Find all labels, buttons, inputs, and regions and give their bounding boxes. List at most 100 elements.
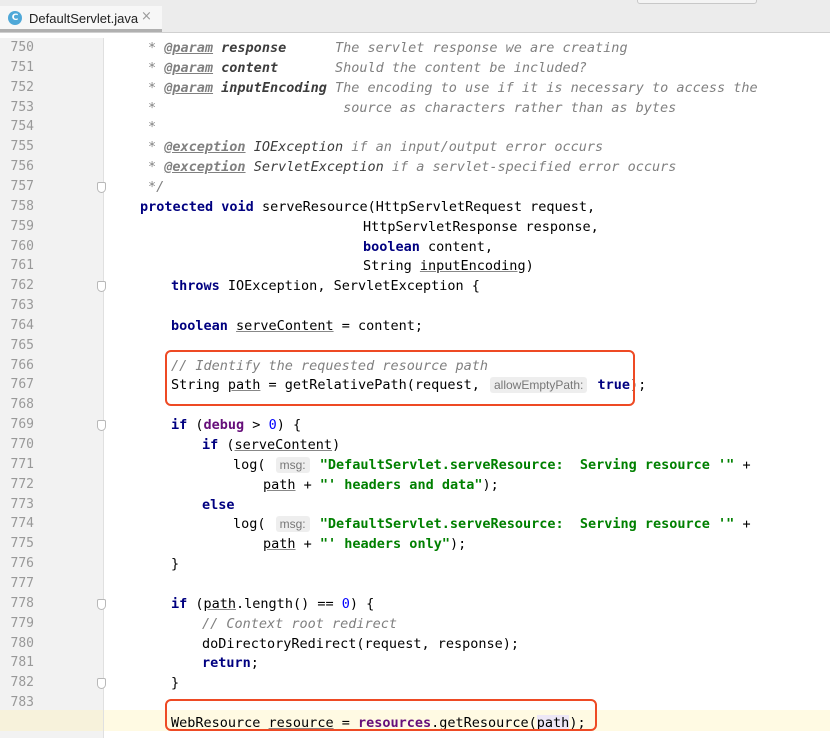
code-token: HttpServletResponse response, [363, 219, 599, 235]
code-token: log( [233, 457, 274, 473]
code-line[interactable]: protected void serveResource(HttpServlet… [140, 197, 595, 217]
code-line[interactable]: HttpServletResponse response, [363, 217, 599, 237]
code-token: path [203, 596, 237, 612]
line-number: 768 [10, 397, 34, 412]
code-token: * [148, 159, 165, 175]
line-number: 761 [10, 258, 34, 273]
code-line[interactable]: boolean serveContent = content; [171, 316, 423, 336]
line-number: 758 [10, 199, 34, 214]
code-line[interactable]: * @exception ServletException if a servl… [148, 157, 676, 177]
code-line[interactable]: return; [202, 653, 259, 673]
code-token: if [171, 596, 188, 612]
code-line[interactable]: log( msg: "DefaultServlet.serveResource:… [233, 514, 751, 534]
code-token: content, [419, 239, 494, 255]
code-line[interactable]: * @param response The servlet response w… [148, 38, 628, 58]
line-number: 753 [10, 100, 34, 115]
tab-filename: DefaultServlet.java [29, 11, 139, 26]
code-token: ( [187, 596, 204, 612]
line-number: 774 [10, 516, 34, 531]
code-token: ; [250, 655, 259, 671]
code-line[interactable]: */ [148, 177, 164, 197]
line-number: 778 [10, 596, 34, 611]
code-line[interactable]: else [202, 495, 235, 515]
fold-icon[interactable] [97, 281, 106, 292]
code-token: throws [171, 278, 220, 294]
code-token: if an input/output error occurs [343, 139, 604, 155]
code-token: return [202, 655, 251, 671]
close-icon[interactable]: × [141, 9, 152, 24]
code-token: boolean [171, 318, 228, 334]
line-number: 767 [10, 377, 34, 392]
code-token: = content; [333, 318, 423, 334]
code-token: "DefaultServlet.serveResource: Serving r… [319, 516, 735, 532]
line-number: 755 [10, 139, 34, 154]
fold-icon[interactable] [97, 420, 106, 431]
line-number: 770 [10, 437, 34, 452]
code-line[interactable]: * [148, 117, 156, 137]
code-line[interactable]: path + "' headers and data"); [263, 475, 499, 495]
code-token: response [213, 40, 287, 56]
code-line[interactable]: if (serveContent) [202, 435, 340, 455]
line-number: 781 [10, 655, 34, 670]
code-line[interactable]: // Context root redirect [202, 614, 397, 634]
code-line[interactable]: * @param inputEncoding The encoding to u… [148, 78, 758, 98]
code-token: inputEncoding [419, 258, 526, 274]
code-line[interactable]: String inputEncoding) [363, 256, 534, 276]
code-token: ); [482, 477, 499, 493]
code-token: > [244, 417, 269, 433]
code-token: "DefaultServlet.serveResource: Serving r… [319, 457, 735, 473]
code-token: String [363, 258, 420, 274]
line-number: 775 [10, 536, 34, 551]
code-token: ) { [349, 596, 375, 612]
code-line[interactable]: boolean content, [363, 237, 493, 257]
editor-tab-bar: C DefaultServlet.java × [0, 0, 830, 33]
code-token: * source as characters rather than as by… [148, 100, 677, 116]
code-editor[interactable]: 750 751 752 753 754 755 756 757 758 759 760 761 762 7… [0, 38, 830, 738]
code-token: serveResource(HttpServletRequest request… [253, 199, 596, 215]
code-token: + [734, 516, 751, 532]
code-token: @exception [164, 139, 246, 155]
tab-defaultservlet-java[interactable]: C DefaultServlet.java × [0, 6, 162, 32]
code-line[interactable]: throws IOException, ServletException { [171, 276, 480, 296]
code-token: ) [332, 437, 341, 453]
fold-icon[interactable] [97, 599, 106, 610]
code-line[interactable]: if (debug > 0) { [171, 415, 301, 435]
toolbar-widget[interactable] [637, 0, 757, 4]
line-number: 780 [10, 636, 34, 651]
code-line[interactable]: * @exception IOException if an input/out… [148, 137, 603, 157]
code-token: inputEncoding [213, 80, 327, 96]
code-line[interactable]: * source as characters rather than as by… [148, 98, 676, 118]
code-line[interactable]: } [171, 673, 179, 693]
line-number: 782 [10, 675, 34, 690]
code-token: @param [164, 80, 214, 96]
code-token: protected [140, 199, 214, 215]
code-token: debug [203, 417, 245, 433]
code-token: IOException [253, 139, 344, 155]
code-token: 0 [268, 417, 277, 433]
code-token: * [148, 139, 165, 155]
code-line[interactable]: if (path.length() == 0) { [171, 594, 374, 614]
code-token: else [202, 497, 235, 513]
code-line[interactable]: log( msg: "DefaultServlet.serveResource:… [233, 455, 751, 475]
code-line[interactable]: path + "' headers only"); [263, 534, 466, 554]
fold-icon[interactable] [97, 182, 106, 193]
fold-icon[interactable] [97, 678, 106, 689]
code-token: } [171, 675, 180, 691]
code-line[interactable]: } [171, 554, 179, 574]
code-token: ( [218, 437, 235, 453]
line-number: 751 [10, 60, 34, 75]
code-token: if a servlet-specified error occurs [383, 159, 677, 175]
code-line[interactable]: * @param content Should the content be i… [148, 58, 587, 78]
code-line[interactable]: doDirectoryRedirect(request, response); [202, 634, 519, 654]
code-token: Should the content be included? [278, 60, 587, 76]
code-token: serveContent [236, 318, 334, 334]
current-line-gutter [0, 710, 103, 731]
code-token: serveContent [234, 437, 333, 453]
code-token: + [295, 536, 320, 552]
line-number: 777 [10, 576, 34, 591]
